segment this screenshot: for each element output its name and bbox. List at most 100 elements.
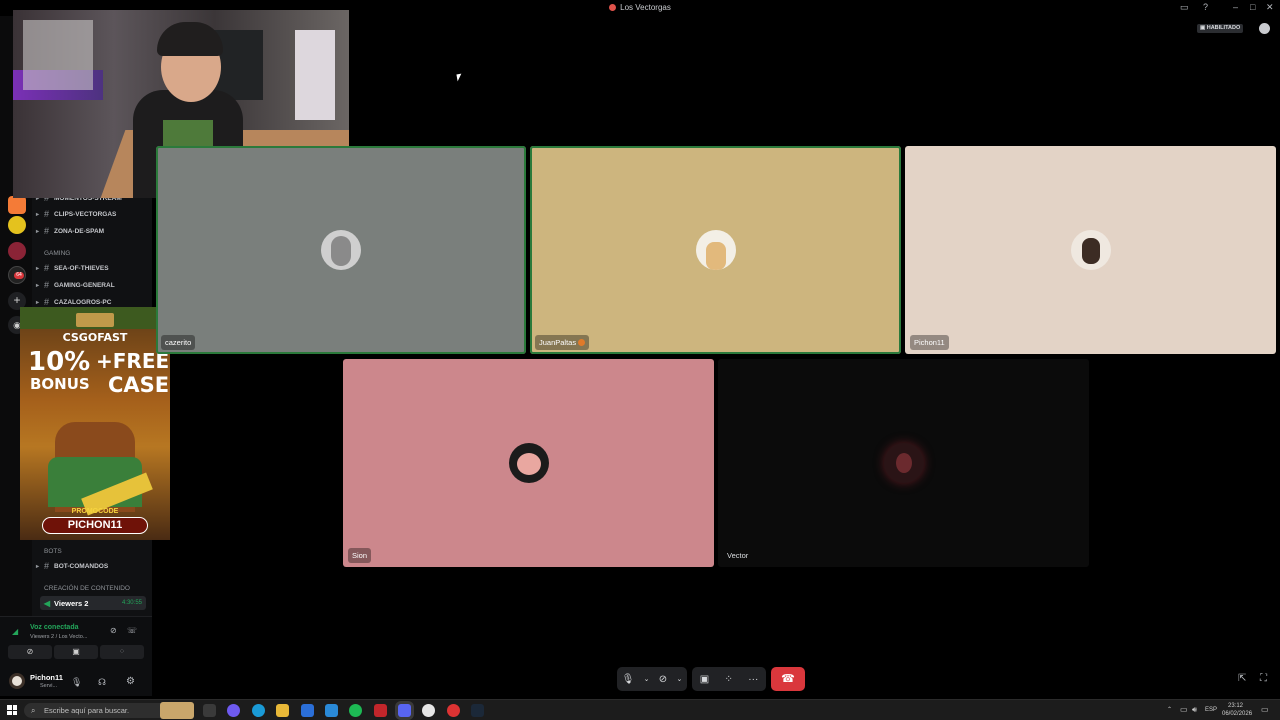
server-logo-icon <box>609 4 617 11</box>
noise-suppression-icon[interactable]: ⊘ <box>110 626 117 635</box>
voice-channel-item[interactable]: ◀ Viewers 2 4:30:55 <box>40 596 146 610</box>
participant-name: JuanPaltas <box>535 335 590 350</box>
activities-button[interactable]: ⁘ <box>100 645 144 659</box>
steam-icon[interactable] <box>471 704 484 717</box>
voice-panel: ◢ Voz conectada Viewers 2 / Los Vecto...… <box>0 616 152 696</box>
speaker-icon: ◀ <box>43 598 51 608</box>
username: Pichon11 <box>30 673 63 682</box>
mic-options-chevron-icon[interactable]: ⌄ <box>644 675 650 683</box>
spotify-icon[interactable] <box>349 704 362 717</box>
search-icon: ⌕ <box>31 706 36 715</box>
close-button[interactable]: ✕ <box>1266 2 1274 13</box>
user-status: Servi... <box>40 683 58 689</box>
taskbar: ⌕ Escribe aquí para buscar. ⌃ ▭ 🔊︎ ESP 23… <box>0 699 1280 720</box>
camera-options-chevron-icon[interactable]: ⌄ <box>676 675 682 683</box>
hash-icon: # <box>44 226 50 236</box>
minimize-button[interactable]: – <box>1233 2 1238 12</box>
ad-free: +FREE <box>96 349 170 373</box>
avatar <box>1070 230 1111 270</box>
notification-badge: 64 <box>14 272 24 279</box>
notifications-icon[interactable]: ▭ <box>1261 705 1269 714</box>
participant-tile[interactable]: Pichon11 <box>905 146 1276 354</box>
mouse-cursor <box>456 73 463 82</box>
chat-icon[interactable] <box>1259 23 1270 34</box>
hash-icon: # <box>44 561 50 571</box>
edge-icon[interactable] <box>252 704 265 717</box>
signal-icon: ◢ <box>12 627 19 636</box>
chrome-icon[interactable] <box>447 704 460 717</box>
badge-icon: ▣ <box>1200 25 1207 31</box>
store-icon[interactable] <box>301 704 314 717</box>
inbox-icon[interactable]: ▭ <box>1180 2 1189 13</box>
avatar <box>321 230 361 270</box>
server-icon[interactable] <box>8 242 26 260</box>
pc-case <box>295 30 335 120</box>
avatar[interactable] <box>9 673 25 689</box>
volume-icon[interactable]: 🔊︎ <box>1192 705 1197 715</box>
hang-up-button[interactable]: ☎ <box>771 667 805 691</box>
search-highlight-icon <box>160 702 194 719</box>
clock-date[interactable]: 06/02/2026 <box>1222 711 1252 717</box>
app-icon[interactable] <box>374 704 387 717</box>
category-bots[interactable]: BOTS <box>44 548 62 555</box>
mail-icon[interactable] <box>325 704 338 717</box>
screen-share-icon[interactable]: ▣ <box>700 674 709 685</box>
channel-item[interactable]: ▸ # SEA-OF-THIEVES <box>36 260 148 276</box>
fullscreen-icon[interactable]: ⛶ <box>1260 673 1267 684</box>
channel-item[interactable]: ▸ # ZONA-DE-SPAM <box>36 223 148 239</box>
category-content[interactable]: CREACIÓN DE CONTENIDO <box>44 585 130 592</box>
channel-item[interactable]: ▸ # BOT-COMANDOS <box>36 558 148 574</box>
participant-tile[interactable]: JuanPaltas <box>530 146 901 354</box>
participant-name: Pichon11 <box>910 335 949 350</box>
discord-icon[interactable] <box>398 704 411 717</box>
disconnect-icon[interactable]: ☏ <box>127 626 137 635</box>
camera-button[interactable]: ⊘ <box>8 645 52 659</box>
obs-icon[interactable] <box>422 704 435 717</box>
settings-gear-icon[interactable]: ⚙ <box>126 676 135 687</box>
participant-tile[interactable]: Sion <box>343 359 714 567</box>
server-icon[interactable] <box>8 196 26 214</box>
mic-icon[interactable]: 🎙︎ <box>622 674 635 685</box>
file-explorer-icon[interactable] <box>276 704 289 717</box>
category-gaming[interactable]: GAMING <box>44 250 70 257</box>
camera-off-icon[interactable]: ⊘ <box>659 674 667 685</box>
participant-name: Vector <box>727 551 749 560</box>
ad-bonus: BONUS <box>30 375 90 393</box>
white-cabinet <box>23 20 93 90</box>
server-icon[interactable] <box>8 216 26 234</box>
participant-tile[interactable]: cazerito <box>156 146 526 354</box>
share-controls: ▣ ⁘ ··· <box>692 667 766 691</box>
hash-icon: # <box>44 297 50 307</box>
screen-share-button[interactable]: ▣ <box>54 645 98 659</box>
hardware-badge: ▣ HABILITADO <box>1197 24 1244 33</box>
ad-promo-code: PICHON11 <box>42 517 148 534</box>
tray-chevron-icon[interactable]: ⌃ <box>1167 706 1172 713</box>
hash-icon: # <box>44 209 50 219</box>
participant-name: cazerito <box>161 335 196 350</box>
avatar <box>883 443 924 483</box>
popout-icon[interactable]: ⇱ <box>1238 673 1246 684</box>
ad-case: CASE <box>108 373 170 397</box>
audio-video-controls: 🎙︎ ⌄ ⊘ ⌄ <box>617 667 687 691</box>
start-button[interactable] <box>7 705 17 715</box>
headphones-icon[interactable]: ☊ <box>98 677 106 688</box>
more-options-icon[interactable]: ··· <box>748 674 758 685</box>
hash-icon: # <box>44 280 50 290</box>
language-indicator[interactable]: ESP <box>1205 707 1217 713</box>
task-view-icon[interactable] <box>203 704 216 717</box>
ad-percent: 10% <box>28 347 91 377</box>
network-icon[interactable]: ▭ <box>1180 705 1188 714</box>
participant-name: Sion <box>348 548 372 563</box>
voice-location[interactable]: Viewers 2 / Los Vecto... <box>30 634 87 640</box>
channel-item[interactable]: ▸ # CLIPS-VECTORGAS <box>36 206 148 222</box>
ad-promo-label: PROMOCODE <box>71 508 119 515</box>
hash-icon: # <box>44 263 50 273</box>
maximize-button[interactable]: □ <box>1250 2 1255 12</box>
clock-time[interactable]: 23:12 <box>1228 703 1243 709</box>
channel-item[interactable]: ▸ # GAMING-GENERAL <box>36 277 148 293</box>
activities-icon[interactable]: ⁘ <box>725 674 733 685</box>
mic-icon[interactable]: 🎙︎ <box>71 677 82 688</box>
participant-tile[interactable]: Vector <box>718 359 1089 567</box>
copilot-icon[interactable] <box>227 704 240 717</box>
help-icon[interactable]: ? <box>1203 2 1208 12</box>
